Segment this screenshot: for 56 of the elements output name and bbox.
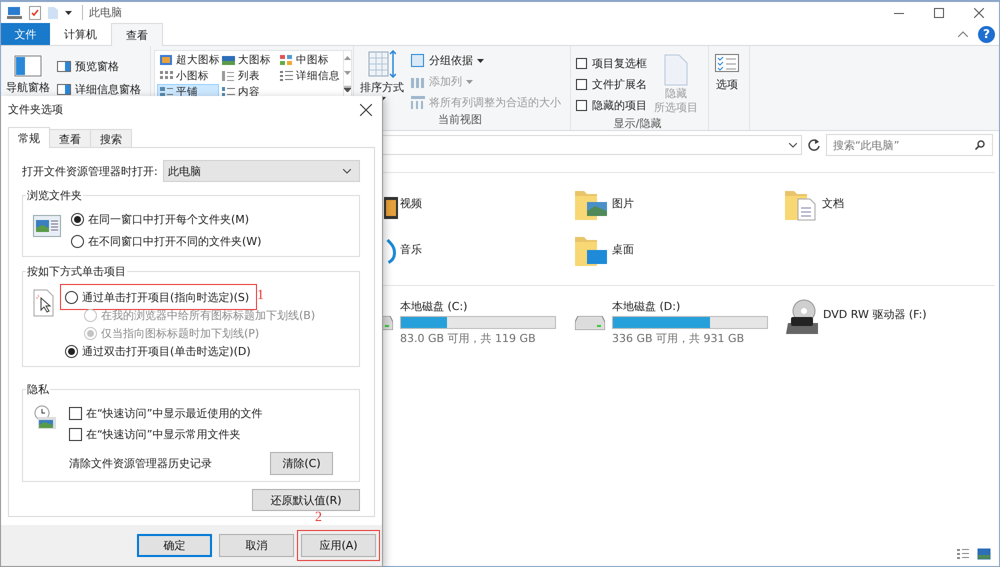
view-command[interactable]: 分组依据 — [409, 53, 486, 68]
radio-label: 在不同窗口中打开不同的文件夹(W) — [88, 234, 262, 248]
layout-option[interactable]: 小图标 — [157, 68, 219, 83]
group-label: 当前视图 — [437, 112, 483, 128]
dialog-title: 文件夹选项 — [8, 102, 63, 117]
clear-history-label: 清除文件资源管理器历史记录 — [69, 456, 212, 471]
drive-name[interactable]: DVD RW 驱动器 (F:) — [823, 307, 927, 322]
drive-name[interactable]: 本地磁盘 (C:) — [400, 299, 556, 314]
checkbox-label: 隐藏的项目 — [592, 98, 647, 113]
radio-label: 通过单击打开项目(指向时选定)(S) — [82, 290, 250, 304]
dropdown[interactable]: 此电脑 — [163, 160, 360, 182]
free-space: 83.0 GB 可用，共 119 GB — [400, 331, 537, 346]
radio-label: 在我的浏览器中给所有图标标题加下划线(B) — [101, 308, 316, 322]
field-label: 打开文件资源管理器时打开: — [22, 164, 158, 178]
dialog-button[interactable]: 应用(A) — [301, 534, 376, 557]
radio-label: 仅当指向图标标题时加下划线(P) — [101, 326, 260, 340]
layout-option[interactable]: 中图标 — [277, 52, 341, 67]
drive-name[interactable]: 本地磁盘 (D:) — [612, 299, 768, 314]
layout-option[interactable]: 大图标 — [219, 52, 277, 67]
annotation-number: 1 — [257, 288, 264, 304]
folder-name[interactable]: 视频 — [400, 196, 422, 211]
layout-option[interactable]: 详细信息 — [277, 68, 341, 83]
checkbox-label: 在“快速访问”中显示最近使用的文件 — [86, 406, 262, 420]
dialog-button[interactable]: 确定 — [137, 534, 212, 557]
ribbon-tab[interactable]: 计算机 — [50, 23, 111, 45]
free-space: 336 GB 可用，共 931 GB — [612, 331, 746, 346]
folder-name[interactable]: 音乐 — [400, 242, 422, 257]
clear-button[interactable]: 清除(C) — [270, 452, 333, 475]
window-title: 此电脑 — [82, 5, 122, 20]
dialog-tab[interactable]: 搜索 — [90, 129, 132, 148]
pane-button[interactable]: 预览窗格 — [55, 59, 121, 74]
checkbox-label: 在“快速访问”中显示常用文件夹 — [86, 426, 240, 442]
dialog-tab[interactable]: 查看 — [49, 129, 91, 148]
layout-option[interactable]: 内容 — [219, 84, 277, 99]
annotation-number: 2 — [315, 510, 322, 526]
file-menu-button[interactable]: 文件 — [1, 23, 50, 45]
folder-name[interactable]: 图片 — [612, 196, 634, 211]
group-label: 显示/隐藏 — [612, 116, 662, 131]
radio-label: 通过双击打开项目(单击时选定)(D) — [82, 344, 251, 358]
checkbox-label: 项目复选框 — [592, 56, 647, 71]
restore-defaults-button[interactable]: 还原默认值(R) — [252, 489, 360, 511]
search-field[interactable]: 搜索“此电脑” — [826, 134, 993, 156]
help-button[interactable]: ? — [978, 26, 995, 42]
dialog-tab[interactable]: 常规 — [8, 127, 50, 148]
folder-name[interactable]: 桌面 — [612, 242, 634, 257]
dialog-button[interactable]: 取消 — [219, 534, 294, 557]
folder-name[interactable]: 文档 — [822, 196, 844, 211]
options-button[interactable]: 选项 — [712, 50, 742, 130]
group-label: 浏览文件夹 — [26, 188, 83, 203]
layout-option[interactable]: 超大图标 — [157, 52, 219, 67]
group-label: 隐私 — [26, 382, 50, 397]
checkbox-label: 文件扩展名 — [592, 77, 647, 92]
layout-option[interactable]: 列表 — [219, 68, 277, 83]
ribbon-tab[interactable]: 查看 — [111, 23, 163, 46]
group-label: 按如下方式单击项目 — [26, 264, 127, 279]
radio-label: 在同一窗口中打开每个文件夹(M) — [88, 212, 250, 226]
